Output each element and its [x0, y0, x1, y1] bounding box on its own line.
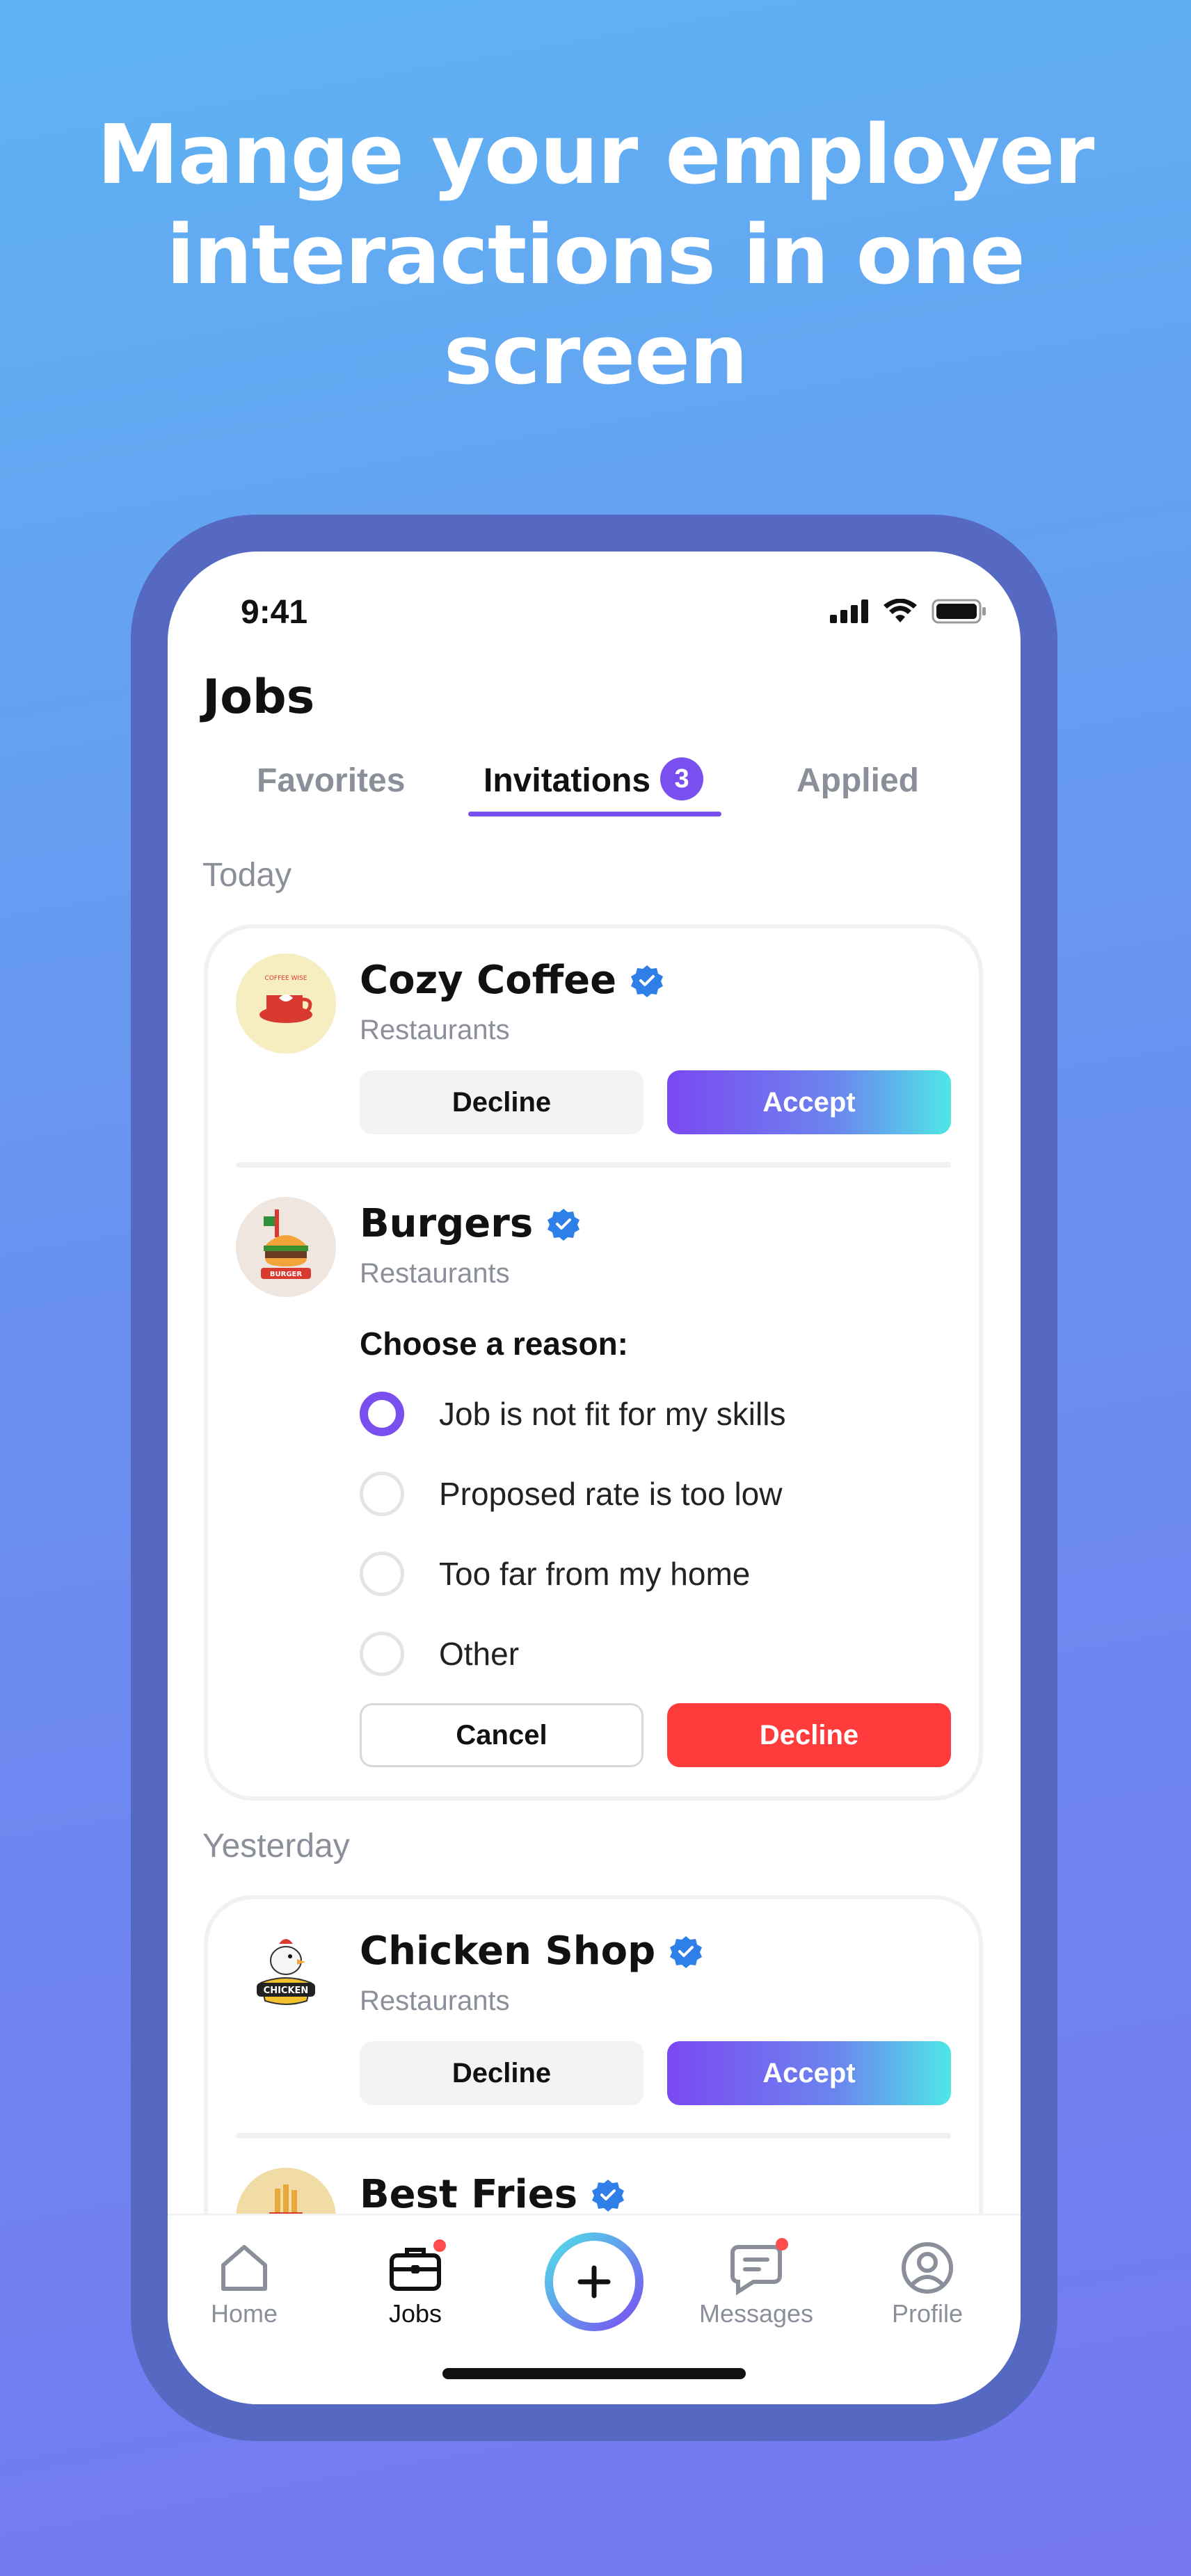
coffee-logo-icon: COFFEE WISE	[236, 953, 336, 1054]
status-time: 9:41	[241, 594, 308, 631]
card-divider	[236, 1162, 951, 1168]
tab-invitations-label: Invitations	[483, 762, 651, 799]
burger-logo-icon: BURGER	[236, 1197, 336, 1297]
tab-applied-label: Applied	[797, 762, 919, 799]
burgers-category: Restaurants	[360, 1258, 510, 1289]
messages-icon	[694, 2237, 819, 2299]
jobs-notification-dot	[433, 2239, 446, 2252]
reason-option[interactable]: Job is not fit for my skills	[360, 1392, 785, 1436]
best-fries-name-text: Best Fries	[360, 2172, 578, 2217]
reason-label: Proposed rate is too low	[439, 1476, 783, 1512]
reason-label: Job is not fit for my skills	[439, 1396, 786, 1432]
section-today: Today	[202, 857, 292, 894]
reason-option[interactable]: Other	[360, 1632, 519, 1676]
plus-icon	[553, 2241, 635, 2323]
messages-notification-dot	[776, 2238, 788, 2251]
headline: Mange your employer interactions in one …	[97, 106, 1094, 403]
tabbar-profile[interactable]: Profile	[865, 2237, 990, 2328]
invitation-item-burgers: BURGER Burgers Restaurants Choose a reas…	[208, 1172, 979, 1798]
cozy-coffee-accept-button[interactable]: Accept	[667, 1070, 951, 1134]
radio-unchecked[interactable]	[360, 1632, 404, 1676]
burgers-cancel-button[interactable]: Cancel	[360, 1703, 644, 1767]
tabbar-home-label: Home	[210, 2299, 278, 2328]
verified-icon	[631, 965, 664, 997]
profile-icon	[865, 2237, 990, 2299]
reason-label: Too far from my home	[439, 1556, 751, 1592]
page-title: Jobs	[202, 670, 315, 725]
card-divider	[236, 2133, 951, 2139]
tab-favorites[interactable]: Favorites	[257, 753, 405, 809]
tabbar-jobs-label: Jobs	[388, 2299, 442, 2328]
verified-icon	[547, 1208, 580, 1241]
svg-text:COFFEE WISE: COFFEE WISE	[265, 975, 307, 982]
reason-title: Choose a reason:	[360, 1326, 628, 1362]
reason-label: Other	[439, 1636, 520, 1672]
tab-applied[interactable]: Applied	[797, 753, 919, 809]
home-indicator	[442, 2368, 746, 2379]
status-bar: 9:41	[168, 578, 1021, 647]
invitations-count-badge: 3	[660, 757, 704, 800]
invitation-card-today: COFFEE WISE Cozy Coffee Restaurants Decl…	[204, 924, 983, 1801]
tabbar-messages[interactable]: Messages	[694, 2237, 819, 2328]
radio-unchecked[interactable]	[360, 1552, 404, 1596]
svg-text:CHICKEN: CHICKEN	[264, 1986, 309, 1996]
tabbar-home[interactable]: Home	[182, 2237, 307, 2328]
briefcase-icon	[353, 2237, 478, 2299]
verified-icon	[592, 2179, 625, 2212]
chicken-shop-logo: CHICKEN	[236, 1924, 336, 2024]
invitation-item-chicken-shop: CHICKEN Chicken Shop Restaurants Decline…	[208, 1899, 979, 2136]
reason-option[interactable]: Proposed rate is too low	[360, 1472, 783, 1516]
create-button[interactable]	[545, 2232, 644, 2331]
chicken-shop-accept-button[interactable]: Accept	[667, 2041, 951, 2105]
reason-option[interactable]: Too far from my home	[360, 1552, 750, 1596]
section-yesterday: Yesterday	[202, 1828, 350, 1865]
tabbar-profile-label: Profile	[891, 2299, 964, 2328]
cozy-coffee-decline-button[interactable]: Decline	[360, 1070, 644, 1134]
signal-icon	[830, 599, 868, 623]
tab-invitations[interactable]: Invitations 3	[483, 753, 704, 809]
battery-icon	[932, 599, 986, 624]
home-icon	[182, 2237, 307, 2299]
radio-checked[interactable]	[360, 1392, 404, 1436]
phone-screen: 9:41 Jobs Favorites Invitations 3 Applie…	[168, 552, 1021, 2404]
cozy-coffee-logo: COFFEE WISE	[236, 953, 336, 1054]
cozy-coffee-name-text: Cozy Coffee	[360, 958, 617, 1003]
best-fries-name: Best Fries	[360, 2172, 625, 2217]
tab-active-indicator	[468, 812, 721, 816]
burgers-logo: BURGER	[236, 1197, 336, 1297]
wifi-icon	[884, 599, 917, 622]
tabbar-jobs[interactable]: Jobs	[353, 2237, 478, 2328]
tabbar-messages-label: Messages	[698, 2299, 814, 2328]
cozy-coffee-name: Cozy Coffee	[360, 958, 664, 1003]
chicken-shop-category: Restaurants	[360, 1986, 510, 2016]
status-icons	[830, 599, 987, 624]
chicken-shop-decline-button[interactable]: Decline	[360, 2041, 644, 2105]
burgers-name: Burgers	[360, 1201, 580, 1246]
verified-icon	[670, 1935, 703, 1968]
radio-unchecked[interactable]	[360, 1472, 404, 1516]
svg-text:BURGER: BURGER	[270, 1271, 302, 1278]
tab-favorites-label: Favorites	[257, 762, 406, 799]
tab-bar-top: Favorites Invitations 3 Applied	[168, 753, 1021, 816]
chicken-logo-icon: CHICKEN	[236, 1924, 336, 2024]
burgers-decline-button[interactable]: Decline	[667, 1703, 951, 1767]
cozy-coffee-category: Restaurants	[360, 1015, 510, 1045]
burgers-name-text: Burgers	[360, 1201, 534, 1246]
chicken-shop-name: Chicken Shop	[360, 1929, 703, 1974]
invitation-item-cozy-coffee: COFFEE WISE Cozy Coffee Restaurants Decl…	[208, 928, 979, 1165]
chicken-shop-name-text: Chicken Shop	[360, 1929, 656, 1974]
